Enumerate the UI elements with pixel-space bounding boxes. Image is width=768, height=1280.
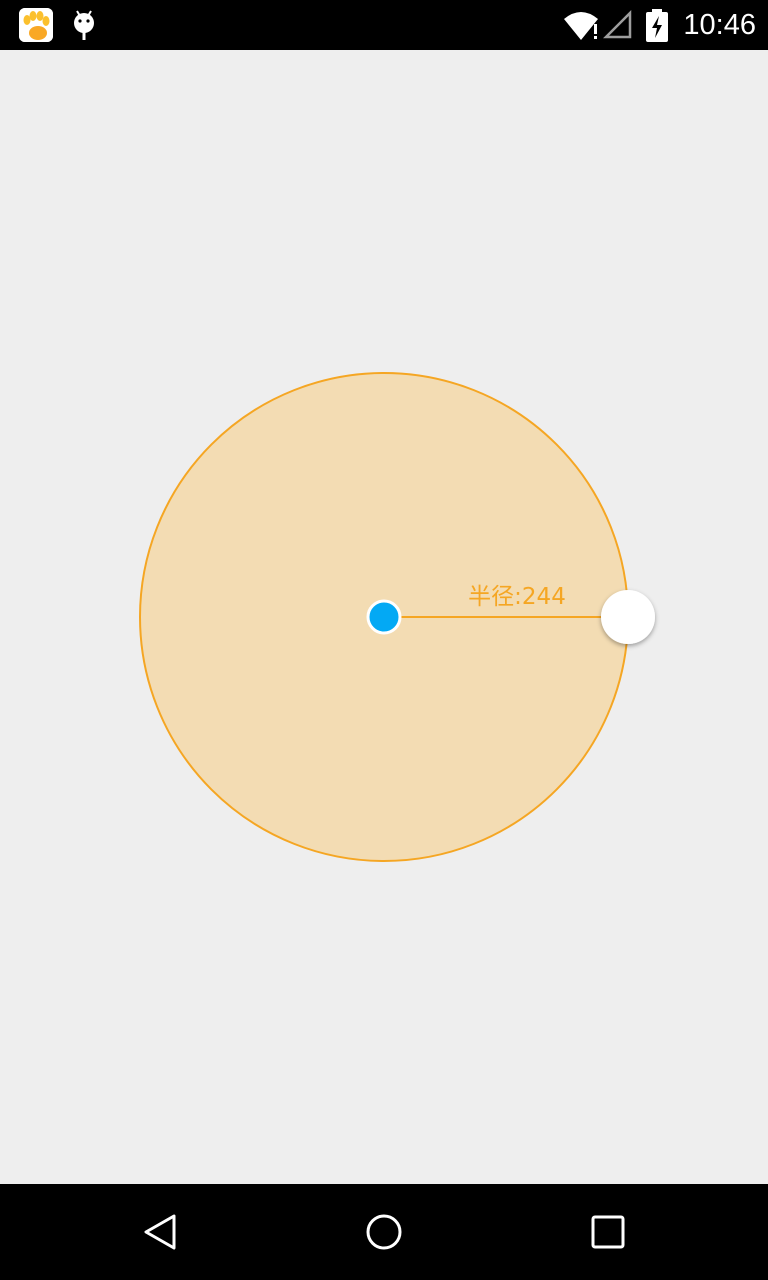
recents-icon [591,1215,625,1249]
recents-button[interactable] [584,1208,632,1256]
center-dot [366,599,402,635]
status-bar: 10:46 [0,0,768,50]
navigation-bar [0,1184,768,1280]
wifi-alert-icon [562,10,602,42]
status-clock: 10:46 [683,9,756,41]
battery-charging-icon [645,9,669,42]
back-icon [144,1214,176,1250]
radius-canvas[interactable]: 半径:244 [0,50,768,1184]
cell-signal-empty-icon [602,9,633,40]
android-icon [70,8,98,42]
radius-label: 半径:244 [468,584,566,610]
radius-drag-handle[interactable] [601,590,655,644]
paw-app-icon [19,8,53,42]
home-icon [366,1214,402,1250]
content-area: 半径:244 [0,50,768,1184]
back-button[interactable] [136,1208,184,1256]
home-button[interactable] [360,1208,408,1256]
